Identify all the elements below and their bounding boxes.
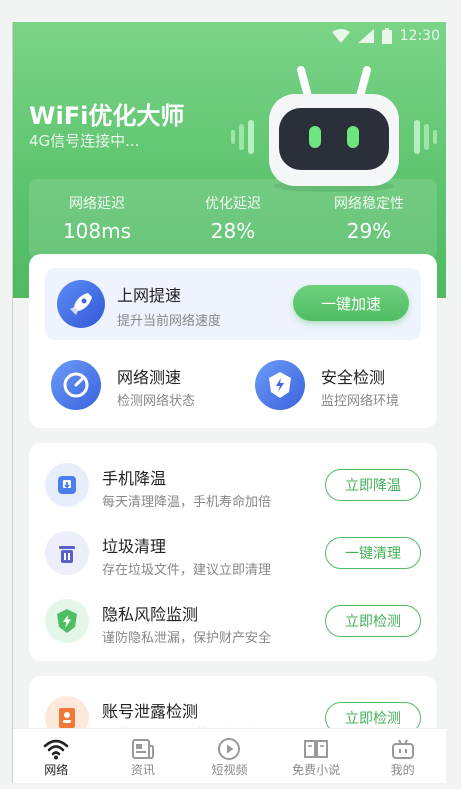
play-icon (218, 738, 241, 760)
cool-down-button[interactable]: 立即降温 (325, 469, 421, 501)
thermometer-chip-icon (45, 463, 89, 507)
book-icon (304, 740, 329, 758)
phone-screen: 12:30 WiFi优化大师 4G信号连接中... 网络延迟 108ms 优化延… (13, 22, 446, 783)
tab-label: 网络 (44, 763, 69, 777)
tab-network[interactable]: 网络 (13, 729, 100, 783)
tab-news[interactable]: 资讯 (100, 729, 187, 783)
rocket-icon (57, 280, 105, 328)
tool-title: 账号泄露检测 (102, 702, 199, 721)
security-check-tool[interactable]: 安全检测 监控网络环境 (255, 356, 435, 412)
tab-label: 免费小说 (292, 763, 341, 777)
cell-signal-icon (357, 29, 374, 43)
privacy-check-button[interactable]: 立即检测 (325, 605, 421, 637)
tv-face-icon (391, 739, 414, 759)
clean-junk-button[interactable]: 一键清理 (325, 537, 421, 569)
security-check-title: 安全检测 (321, 368, 386, 387)
connection-status: 4G信号连接中... (29, 132, 140, 150)
tab-label: 我的 (390, 763, 415, 777)
wifi-signal-icon (331, 29, 350, 43)
tab-label: 资讯 (130, 763, 155, 777)
one-click-speedup-button[interactable]: 一键加速 (293, 285, 409, 321)
metric-optimized-latency: 优化延迟 28% (165, 179, 301, 259)
metric-label: 网络延迟 (69, 196, 125, 212)
status-time: 12:30 (399, 28, 440, 44)
tab-label: 短视频 (211, 763, 248, 777)
news-icon (131, 739, 154, 759)
app-title: WiFi优化大师 (29, 102, 185, 130)
metric-latency: 网络延迟 108ms (29, 179, 165, 259)
metric-value: 29% (346, 219, 392, 243)
tools-list-card: 手机降温 每天清理降温，手机寿命加倍 立即降温 垃圾清理 存在垃圾文件，建议立即… (29, 443, 437, 661)
tab-mine[interactable]: 我的 (359, 729, 446, 783)
speed-test-tool[interactable]: 网络测速 检测网络状态 (51, 356, 231, 412)
tool-desc: 谨防隐私泄漏，保护财产安全 (102, 631, 272, 646)
tab-short-video[interactable]: 短视频 (186, 729, 273, 783)
tool-title: 垃圾清理 (102, 537, 167, 556)
metric-label: 优化延迟 (205, 196, 261, 212)
shield-bolt-icon (255, 360, 305, 410)
metric-value: 28% (210, 219, 256, 243)
metric-stability: 网络稳定性 29% (301, 179, 437, 259)
speed-test-desc: 检测网络状态 (117, 394, 196, 409)
metric-label: 网络稳定性 (334, 196, 404, 212)
robot-mascot-icon (231, 66, 437, 192)
speedup-desc: 提升当前网络速度 (117, 314, 222, 329)
list-item: 垃圾清理 存在垃圾文件，建议立即清理 一键清理 (29, 517, 437, 585)
speedup-banner[interactable]: 上网提速 提升当前网络速度 一键加速 (45, 268, 421, 340)
tool-desc: 存在垃圾文件，建议立即清理 (102, 563, 272, 578)
wifi-icon (43, 739, 69, 760)
metric-value: 108ms (62, 219, 132, 243)
speedup-title: 上网提速 (117, 286, 182, 305)
status-bar: 12:30 (331, 26, 440, 46)
network-metrics-panel: 网络延迟 108ms 优化延迟 28% 网络稳定性 29% (29, 179, 437, 259)
trash-icon (45, 531, 89, 575)
speed-test-title: 网络测速 (117, 368, 182, 387)
tool-title: 手机降温 (102, 469, 167, 488)
tool-title: 隐私风险监测 (102, 605, 199, 624)
list-item: 隐私风险监测 谨防隐私泄漏，保护财产安全 立即检测 (29, 585, 437, 653)
security-check-desc: 监控网络环境 (321, 394, 400, 409)
list-item: 手机降温 每天清理降温，手机寿命加倍 立即降温 (29, 449, 437, 517)
speed-tools-card: 上网提速 提升当前网络速度 一键加速 网络测速 检测网络状态 安全检测 监控网络… (29, 254, 437, 428)
tab-free-novels[interactable]: 免费小说 (273, 729, 360, 783)
tool-desc: 每天清理降温，手机寿命加倍 (102, 495, 272, 510)
bottom-tab-bar: 网络 资讯 短视频 免费小说 我的 (13, 728, 446, 783)
shield-bolt-icon (45, 599, 89, 643)
battery-icon (381, 28, 392, 44)
speedometer-icon (51, 360, 101, 410)
